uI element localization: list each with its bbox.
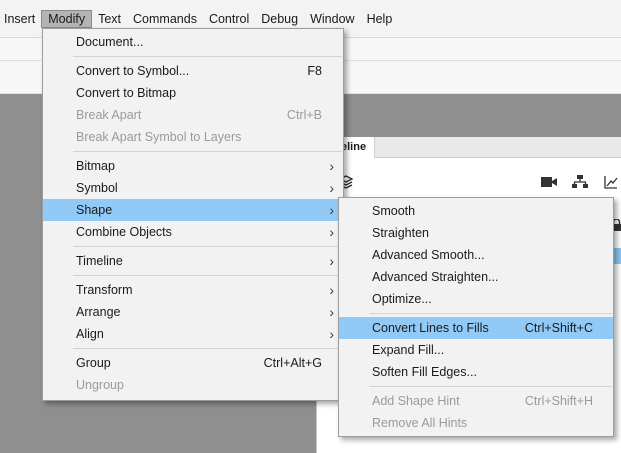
menu-item-timeline[interactable]: Timeline › [43, 250, 343, 272]
menu-item-soften-fill-edges[interactable]: Soften Fill Edges... [339, 361, 613, 383]
menu-control[interactable]: Control [203, 10, 255, 28]
menu-separator [73, 246, 342, 247]
menu-item-shortcut: Ctrl+Shift+C [524, 321, 593, 335]
camera-icon[interactable] [541, 176, 557, 190]
menu-item-expand-fill[interactable]: Expand Fill... [339, 339, 613, 361]
menu-item-label: Convert to Symbol... [76, 64, 190, 78]
timeline-tab-bar: eline [317, 137, 621, 158]
menu-item-label: Convert to Bitmap [76, 86, 177, 100]
menu-item-label: Document... [76, 35, 144, 49]
menu-item-convert-to-symbol[interactable]: Convert to Symbol... F8 [43, 60, 343, 82]
chevron-right-icon: › [329, 304, 334, 320]
menu-item-label: Smooth [372, 204, 416, 218]
menu-item-label: Soften Fill Edges... [372, 365, 477, 379]
menu-item-break-apart: Break Apart Ctrl+B [43, 104, 343, 126]
menu-item-label: Optimize... [372, 292, 432, 306]
menu-item-straighten[interactable]: Straighten [339, 222, 613, 244]
shape-submenu: Smooth Straighten Advanced Smooth... Advanc… [338, 197, 614, 437]
menu-item-label: Break Apart Symbol to Layers [76, 130, 242, 144]
menu-item-remove-all-hints: Remove All Hints [339, 412, 613, 434]
menu-item-transform[interactable]: Transform › [43, 279, 343, 301]
menu-separator [369, 386, 612, 387]
modify-menu: Document... Convert to Symbol... F8 Convert… [42, 28, 344, 401]
menu-item-label: Arrange [76, 305, 121, 319]
menu-item-ungroup: Ungroup [43, 374, 343, 396]
menu-help[interactable]: Help [361, 10, 399, 28]
menu-commands[interactable]: Commands [127, 10, 203, 28]
menu-item-label: Symbol [76, 181, 118, 195]
menu-item-optimize[interactable]: Optimize... [339, 288, 613, 310]
menu-item-label: Advanced Straighten... [372, 270, 499, 284]
chevron-right-icon: › [329, 202, 334, 218]
menu-item-advanced-straighten[interactable]: Advanced Straighten... [339, 266, 613, 288]
menu-item-symbol[interactable]: Symbol › [43, 177, 343, 199]
menu-item-label: Expand Fill... [372, 343, 445, 357]
chevron-right-icon: › [329, 224, 334, 240]
menu-item-label: Break Apart [76, 108, 142, 122]
menu-item-label: Group [76, 356, 111, 370]
menu-text[interactable]: Text [92, 10, 127, 28]
menu-modify[interactable]: Modify [41, 10, 93, 28]
menu-item-shortcut: Ctrl+B [286, 108, 322, 122]
menu-item-convert-lines-to-fills[interactable]: Convert Lines to Fills Ctrl+Shift+C [339, 317, 613, 339]
menu-separator [73, 348, 342, 349]
menu-item-label: Shape [76, 203, 113, 217]
chevron-right-icon: › [329, 180, 334, 196]
chevron-right-icon: › [329, 253, 334, 269]
menu-item-group[interactable]: Group Ctrl+Alt+G [43, 352, 343, 374]
menu-separator [73, 56, 342, 57]
menu-item-label: Convert Lines to Fills [372, 321, 489, 335]
chevron-right-icon: › [329, 158, 334, 174]
menu-item-smooth[interactable]: Smooth [339, 200, 613, 222]
hierarchy-icon[interactable] [572, 175, 588, 189]
menu-debug[interactable]: Debug [255, 10, 304, 28]
selected-layer-row[interactable] [613, 248, 621, 264]
menu-item-convert-to-bitmap[interactable]: Convert to Bitmap [43, 82, 343, 104]
menu-item-label: Add Shape Hint [372, 394, 460, 408]
graph-icon[interactable] [604, 175, 620, 189]
menu-item-label: Remove All Hints [372, 416, 468, 430]
menu-separator [369, 313, 612, 314]
menu-item-label: Align [76, 327, 104, 341]
menu-item-align[interactable]: Align › [43, 323, 343, 345]
menu-item-arrange[interactable]: Arrange › [43, 301, 343, 323]
menu-separator [73, 151, 342, 152]
chevron-right-icon: › [329, 326, 334, 342]
menu-item-shortcut: Ctrl+Alt+G [263, 356, 322, 370]
menu-item-label: Transform [76, 283, 133, 297]
menu-insert[interactable]: Insert [0, 10, 41, 28]
menu-item-label: Advanced Smooth... [372, 248, 485, 262]
menu-item-label: Timeline [76, 254, 123, 268]
menu-item-label: Ungroup [76, 378, 124, 392]
menu-item-label: Bitmap [76, 159, 115, 173]
menu-item-add-shape-hint: Add Shape Hint Ctrl+Shift+H [339, 390, 613, 412]
menu-item-advanced-smooth[interactable]: Advanced Smooth... [339, 244, 613, 266]
menu-item-break-apart-symbol-to-layers: Break Apart Symbol to Layers [43, 126, 343, 148]
menu-separator [73, 275, 342, 276]
menu-window[interactable]: Window [304, 10, 360, 28]
menu-item-label: Combine Objects [76, 225, 172, 239]
menu-item-shortcut: F8 [307, 64, 322, 78]
menu-item-bitmap[interactable]: Bitmap › [43, 155, 343, 177]
chevron-right-icon: › [329, 282, 334, 298]
menu-item-shape[interactable]: Shape › [43, 199, 343, 221]
menu-item-shortcut: Ctrl+Shift+H [524, 394, 593, 408]
menu-item-combine-objects[interactable]: Combine Objects › [43, 221, 343, 243]
menu-item-label: Straighten [372, 226, 429, 240]
menu-item-document[interactable]: Document... [43, 31, 343, 53]
